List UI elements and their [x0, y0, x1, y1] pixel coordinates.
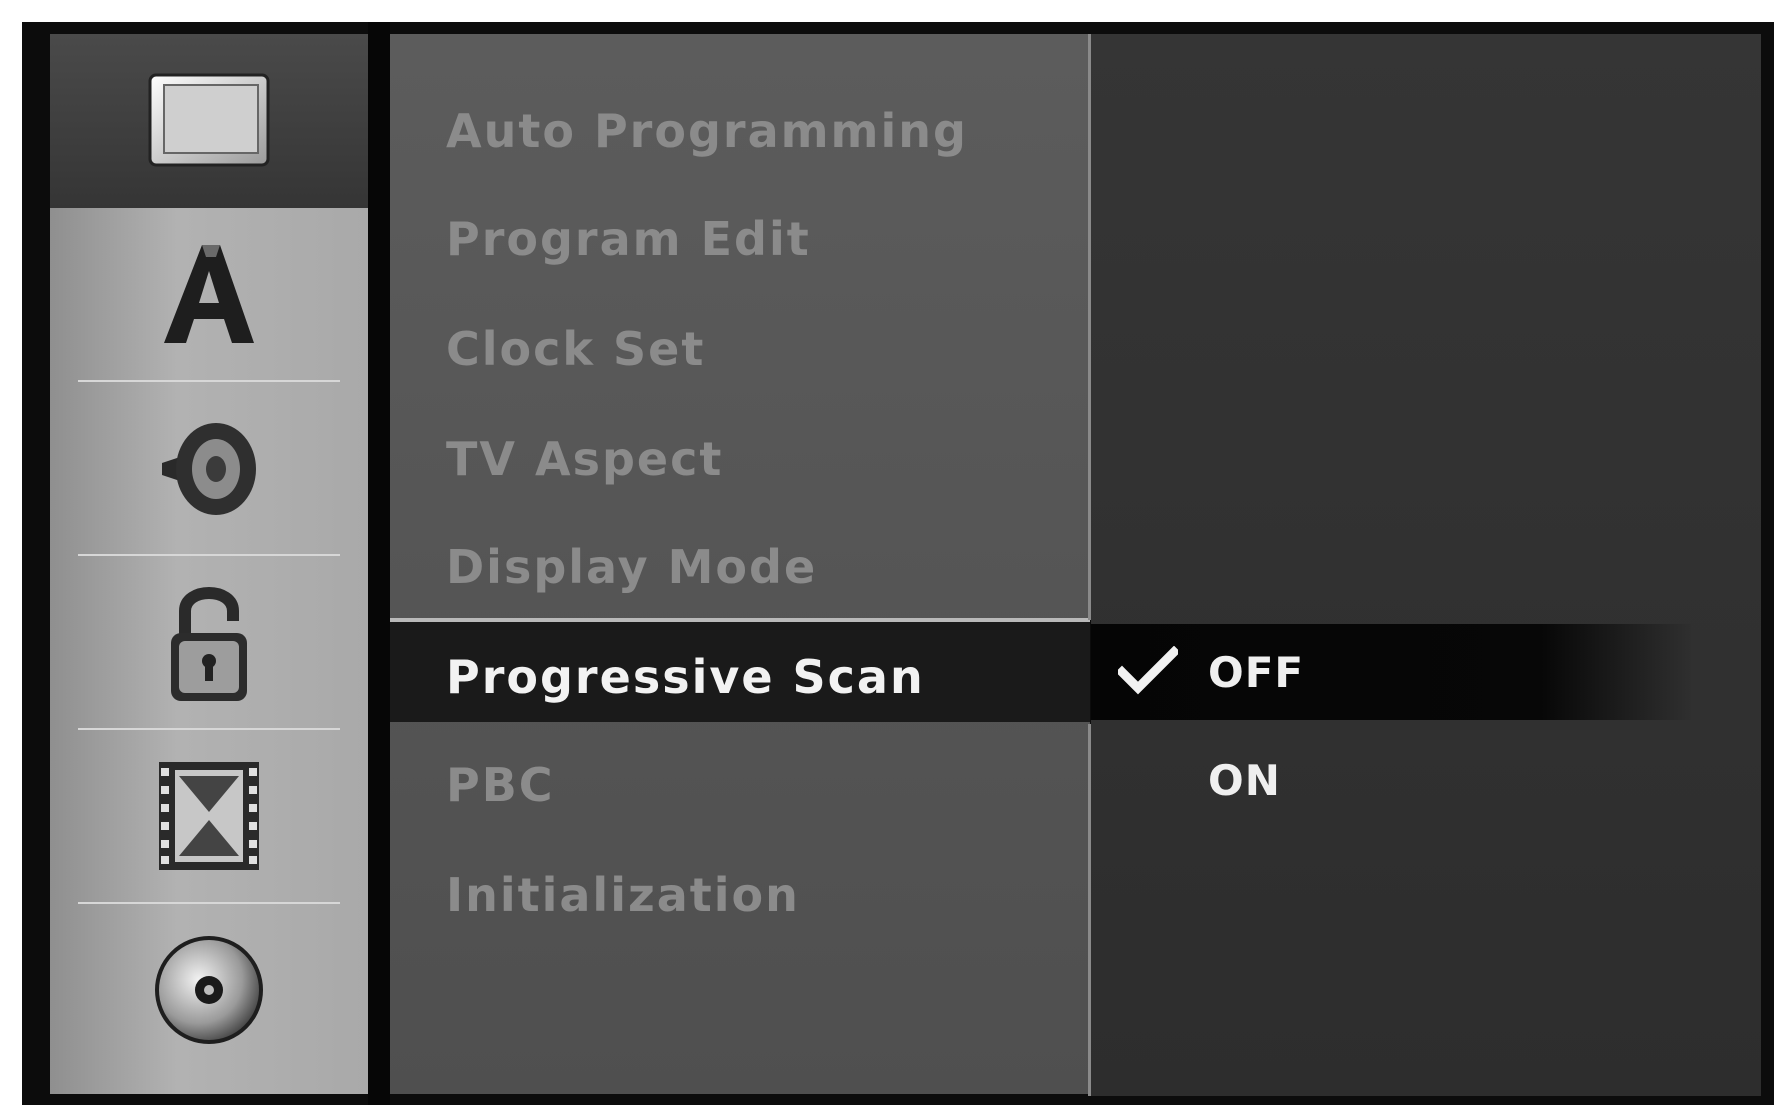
picture-icon — [144, 71, 274, 171]
sidebar-item-lock[interactable] — [50, 556, 368, 728]
sidebar-item-language[interactable] — [50, 208, 368, 380]
audio-icon — [154, 413, 264, 523]
option-on[interactable]: ON — [1208, 756, 1281, 805]
menu-item-clock-set[interactable]: Clock Set — [446, 322, 705, 376]
language-icon — [154, 239, 264, 349]
sidebar-item-film[interactable] — [50, 730, 368, 902]
menu-item-initialization[interactable]: Initialization — [446, 868, 800, 922]
sidebar-item-disc[interactable] — [50, 904, 368, 1076]
menu-item-pbc[interactable]: PBC — [446, 758, 555, 812]
sidebar-item-audio[interactable] — [50, 382, 368, 554]
panel-separator — [368, 22, 390, 1105]
film-icon — [149, 756, 269, 876]
menu-item-auto-programming[interactable]: Auto Programming — [446, 104, 968, 158]
lock-icon — [159, 577, 259, 707]
sidebar — [50, 34, 368, 1094]
menu-item-program-edit[interactable]: Program Edit — [446, 212, 811, 266]
menu-item-tv-aspect[interactable]: TV Aspect — [446, 432, 723, 486]
checkmark-icon — [1115, 645, 1181, 706]
disc-icon — [149, 930, 269, 1050]
sidebar-item-picture[interactable] — [50, 34, 368, 208]
menu-item-progressive-scan[interactable]: Progressive Scan — [446, 650, 925, 704]
options-panel — [1091, 34, 1761, 1096]
option-selected-row — [1091, 624, 1691, 720]
menu-item-display-mode[interactable]: Display Mode — [446, 540, 817, 594]
option-off[interactable]: OFF — [1208, 648, 1304, 697]
